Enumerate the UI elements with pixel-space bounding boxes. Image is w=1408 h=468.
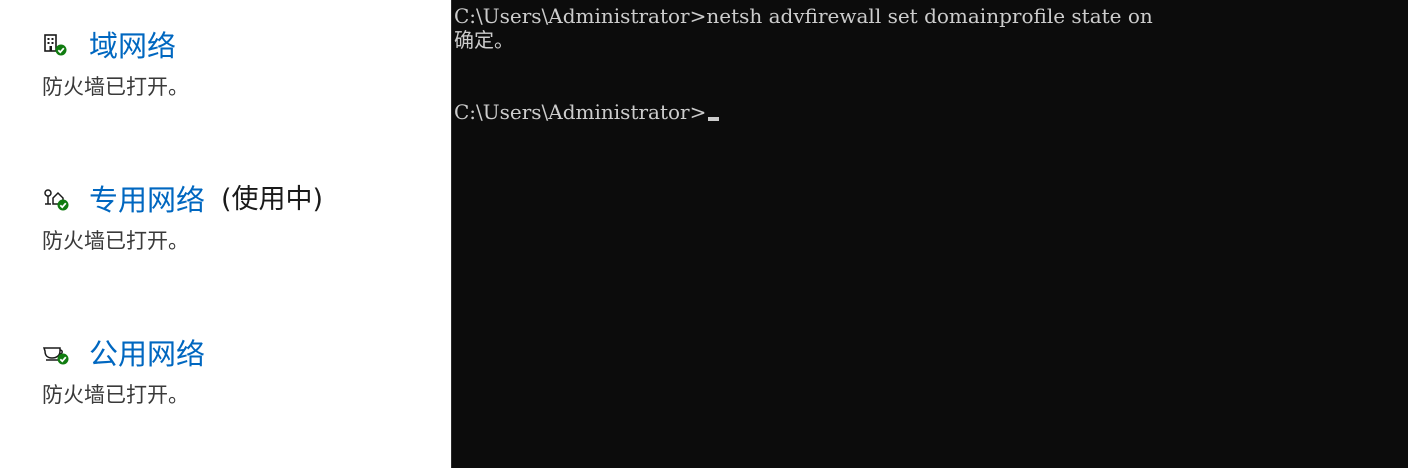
private-network-in-use-label: (使用中) [221, 184, 324, 215]
console-prompt-text: C:\Users\Administrator> [454, 100, 707, 124]
private-network-icon [42, 185, 72, 215]
text-cursor [708, 117, 720, 121]
private-network-status: 防火墙已打开。 [42, 229, 189, 253]
domain-network-status: 防火墙已打开。 [42, 75, 189, 99]
domain-network-section: 域网络 防火墙已打开。 [42, 24, 189, 102]
console-output-line: 确定。 [454, 28, 514, 52]
public-network-title-row: 公用网络 [42, 332, 205, 376]
console-prompt-line: C:\Users\Administrator> [454, 100, 720, 124]
screen: 域网络 防火墙已打开。 专用网络 (使用中) 防火墙已打开。 公用网络 防火墙已… [0, 0, 1408, 468]
private-network-link[interactable]: 专用网络 [89, 178, 205, 222]
private-network-title-row: 专用网络 (使用中) [42, 178, 323, 222]
public-network-link[interactable]: 公用网络 [89, 332, 205, 376]
public-network-icon [42, 339, 72, 369]
domain-network-link[interactable]: 域网络 [89, 24, 176, 68]
command-prompt-console[interactable]: C:\Users\Administrator>netsh advfirewall… [451, 0, 1408, 468]
public-network-status: 防火墙已打开。 [42, 383, 189, 407]
public-network-section: 公用网络 防火墙已打开。 [42, 332, 205, 410]
domain-network-title-row: 域网络 [42, 24, 189, 68]
private-network-section: 专用网络 (使用中) 防火墙已打开。 [42, 178, 323, 256]
firewall-network-protection-pane: 域网络 防火墙已打开。 专用网络 (使用中) 防火墙已打开。 公用网络 防火墙已… [0, 0, 451, 468]
domain-network-icon [42, 31, 72, 61]
console-command-line: C:\Users\Administrator>netsh advfirewall… [454, 4, 1153, 28]
